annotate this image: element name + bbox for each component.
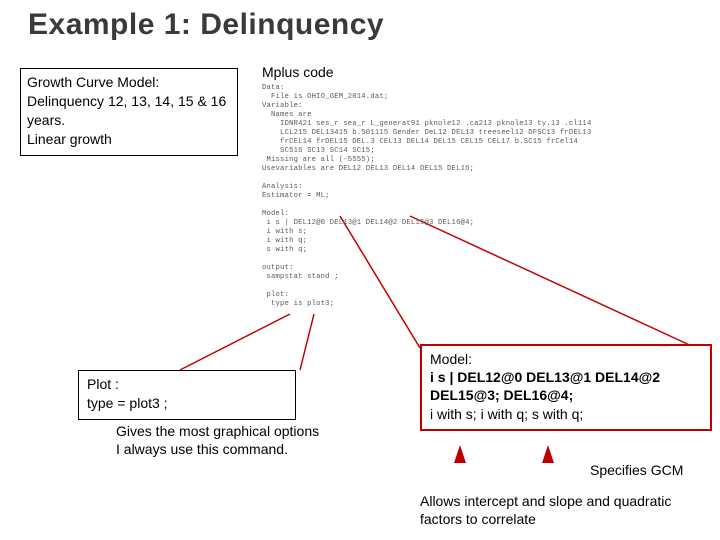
plot-caption-line2: I always use this command. xyxy=(116,440,366,458)
model-box: Model: i s | DEL12@0 DEL13@1 DEL14@2 DEL… xyxy=(420,344,712,431)
growth-line1: Growth Curve Model: xyxy=(27,73,231,92)
allows-caption: Allows intercept and slope and quadratic… xyxy=(420,492,710,528)
slide-title: Example 1: Delinquency xyxy=(28,8,384,42)
specifies-gcm-label: Specifies GCM xyxy=(590,462,683,478)
plot-box: Plot : type = plot3 ; xyxy=(78,370,296,420)
growth-curve-box: Growth Curve Model: Delinquency 12, 13, … xyxy=(20,68,238,156)
model-line1: Model: xyxy=(430,350,702,368)
plot-line2: type = plot3 ; xyxy=(87,394,287,413)
mplus-code-label: Mplus code xyxy=(262,64,334,80)
plot-line1: Plot : xyxy=(87,375,287,394)
model-line3: i with s; i with q; s with q; xyxy=(430,405,702,423)
model-line2: i s | DEL12@0 DEL13@1 DEL14@2 DEL15@3; D… xyxy=(430,368,702,404)
plot-caption-line1: Gives the most graphical options xyxy=(116,422,366,440)
arrow-up-icon xyxy=(542,445,554,463)
plot-caption: Gives the most graphical options I alway… xyxy=(116,422,366,458)
growth-line2: Delinquency 12, 13, 14, 15 & 16 years. xyxy=(27,92,231,130)
growth-line3: Linear growth xyxy=(27,130,231,149)
arrow-up-icon xyxy=(454,445,466,463)
mplus-code-block: Data: File is OHIO_GEM_2014.dat; Variabl… xyxy=(262,84,682,309)
